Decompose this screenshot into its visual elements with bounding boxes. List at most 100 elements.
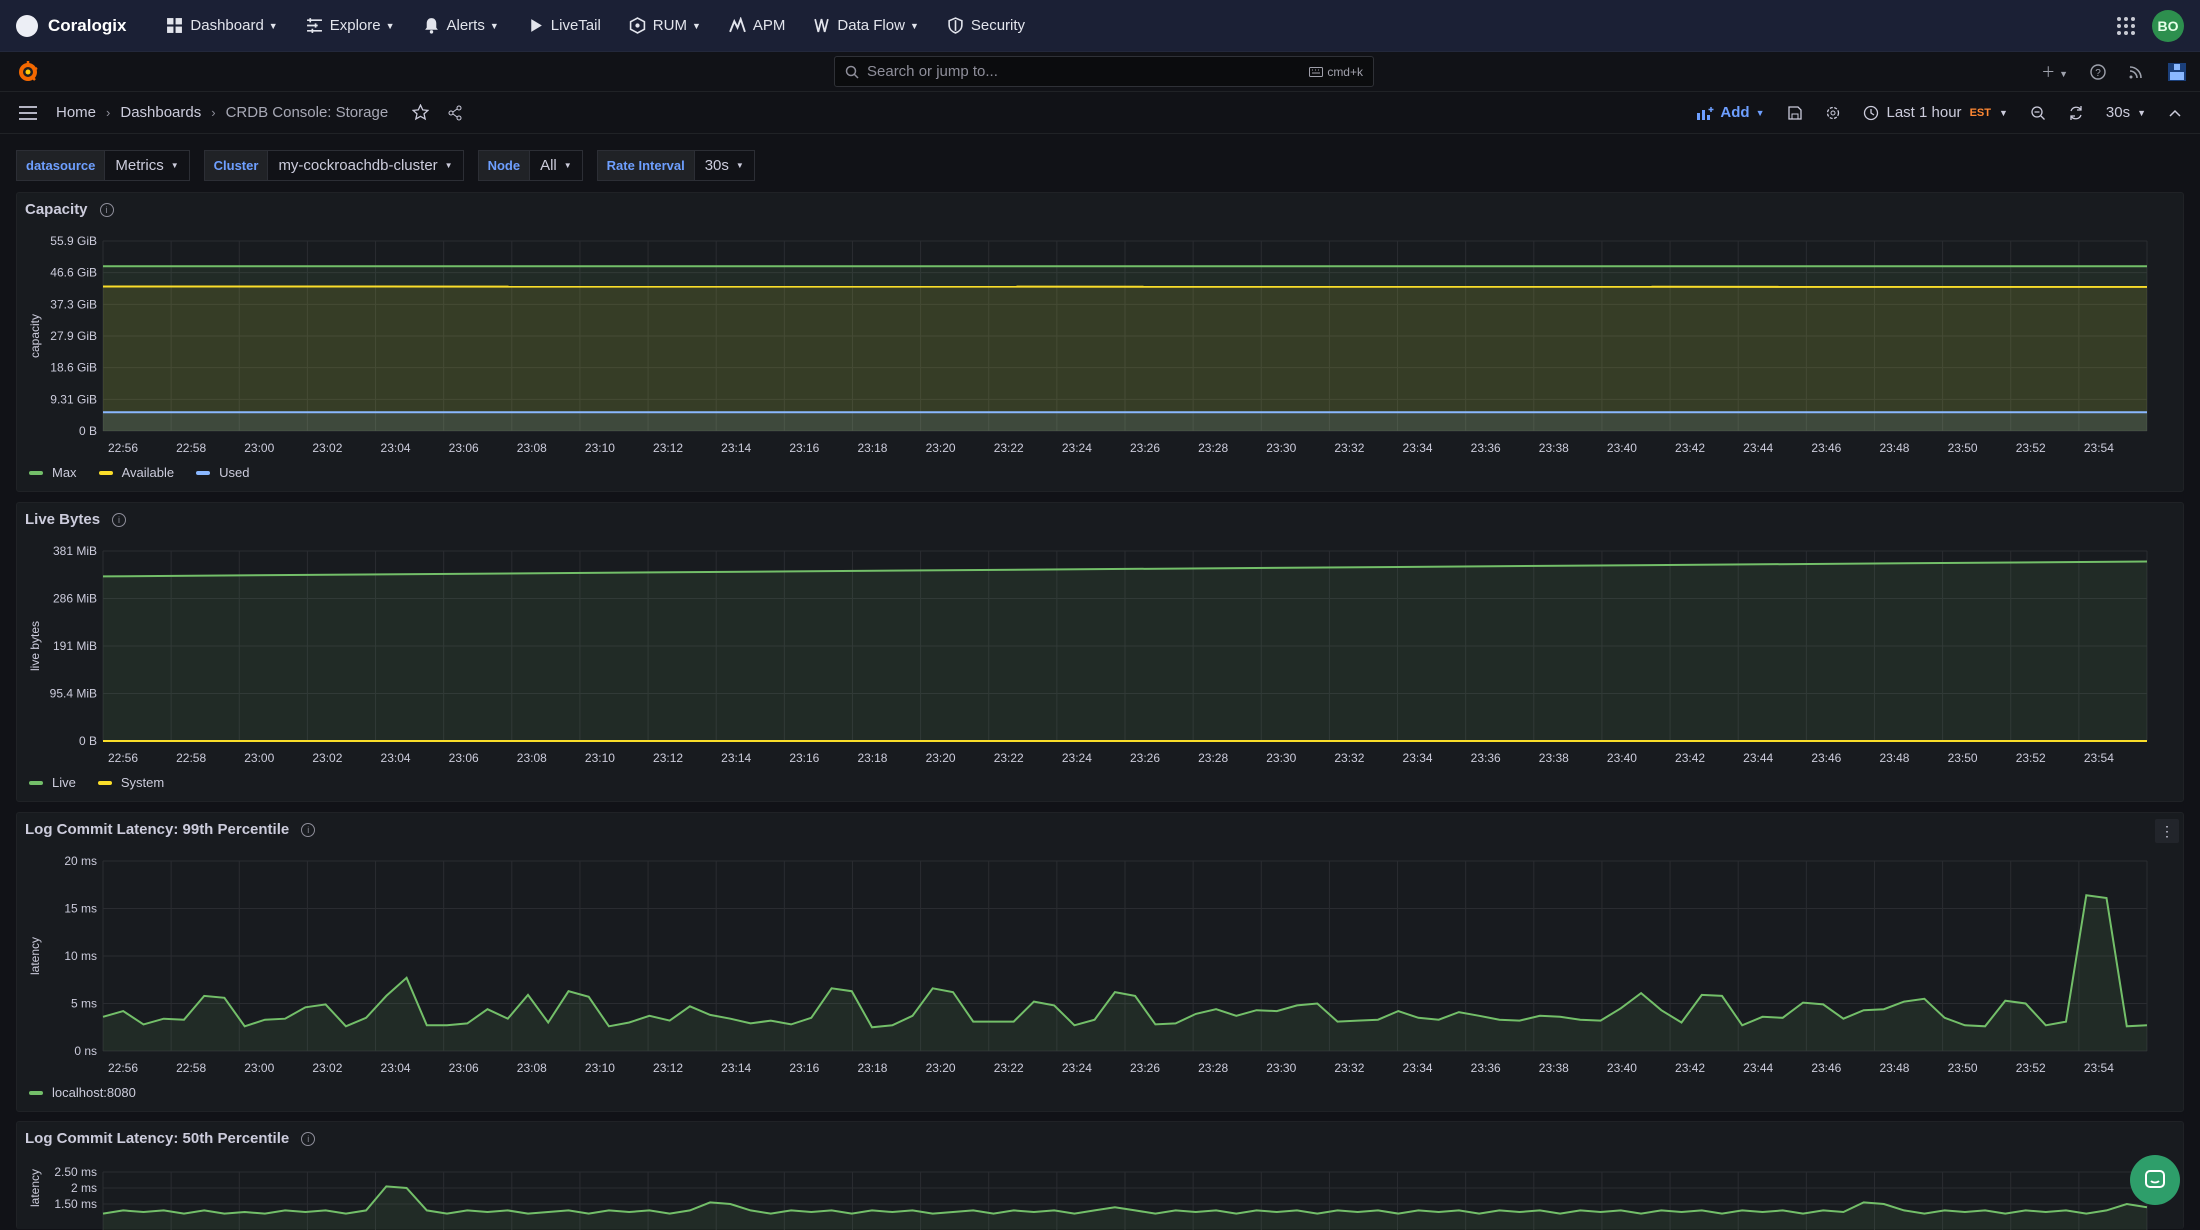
settings-gear-icon[interactable]	[1825, 105, 1841, 121]
chevron-down-icon: ▼	[736, 161, 744, 170]
legend: Max Available Used	[29, 465, 249, 480]
legend-item-system[interactable]: System	[98, 775, 164, 790]
x-tick-label: 23:52	[2016, 1061, 2046, 1075]
star-icon[interactable]	[412, 104, 429, 121]
breadcrumb-home[interactable]: Home	[56, 104, 96, 121]
x-tick-label: 22:56	[108, 441, 138, 455]
x-tick-label: 23:08	[517, 1061, 547, 1075]
legend-swatch	[99, 471, 113, 475]
latency-p99-chart[interactable]: 20 ms15 ms10 ms5 ms0 ns22:5622:5823:0023…	[17, 813, 2185, 1113]
nav-security[interactable]: Security	[933, 0, 1039, 52]
x-tick-label: 23:20	[926, 1061, 956, 1075]
nav-data-flow[interactable]: Data Flow▼	[799, 0, 932, 52]
search-row: Search or jump to... cmd+k ＋ ▼ ?	[0, 52, 2200, 92]
x-tick-label: 23:16	[789, 441, 819, 455]
legend-item-used[interactable]: Used	[196, 465, 249, 480]
legend-swatch	[98, 781, 112, 785]
x-tick-label: 23:30	[1266, 1061, 1296, 1075]
nav-alerts[interactable]: Alerts▼	[409, 0, 513, 52]
zoom-out-icon[interactable]	[2030, 105, 2046, 121]
x-tick-label: 22:56	[108, 751, 138, 765]
x-tick-label: 23:36	[1471, 751, 1501, 765]
y-tick-label: 191 MiB	[53, 639, 97, 653]
y-axis-label: capacity	[28, 314, 42, 358]
time-range-picker[interactable]: Last 1 hour EST ▼	[1863, 104, 2008, 121]
latency-p50-chart[interactable]: 2.50 ms2 ms1.50 mslatency	[17, 1122, 2185, 1230]
search-icon	[845, 65, 859, 79]
nav-livetail-label: LiveTail	[551, 17, 601, 34]
variable-rate-interval-select[interactable]: 30s▼	[695, 150, 755, 181]
profile-avatar-icon[interactable]	[2166, 61, 2188, 83]
y-tick-label: 10 ms	[64, 949, 97, 963]
x-tick-label: 23:42	[1675, 1061, 1705, 1075]
x-tick-label: 23:24	[1062, 1061, 1092, 1075]
y-tick-label: 55.9 GiB	[50, 234, 97, 248]
nav-dashboard-label: Dashboard	[190, 17, 263, 34]
series-area-2	[103, 412, 2147, 431]
menu-hamburger-icon[interactable]	[18, 105, 38, 121]
legend-item-localhost[interactable]: localhost:8080	[29, 1085, 136, 1100]
legend: Live System	[29, 775, 164, 790]
x-tick-label: 23:42	[1675, 441, 1705, 455]
brand-logo[interactable]: Coralogix	[16, 15, 126, 37]
x-tick-label: 23:48	[1879, 441, 1909, 455]
save-icon[interactable]	[1787, 105, 1803, 121]
variable-rate-interval: Rate Interval 30s▼	[597, 150, 755, 181]
bell-icon	[423, 17, 440, 34]
nav-dashboard[interactable]: Dashboard▼	[152, 0, 291, 52]
collapse-chevron-up-icon[interactable]	[2168, 106, 2182, 120]
x-tick-label: 23:54	[2084, 1061, 2114, 1075]
y-tick-label: 46.6 GiB	[50, 266, 97, 280]
panel-log-commit-latency-p50: Log Commit Latency: 50th Percentilei 2.5…	[16, 1121, 2184, 1229]
breadcrumb-dashboards[interactable]: Dashboards	[120, 104, 201, 121]
variable-node-select[interactable]: All▼	[530, 150, 583, 181]
legend-label: Available	[122, 465, 175, 480]
nav-livetail[interactable]: LiveTail	[513, 0, 615, 52]
panel-live-bytes: Live Bytesi 381 MiB286 MiB191 MiB95.4 Mi…	[16, 502, 2184, 802]
x-tick-label: 23:52	[2016, 441, 2046, 455]
x-tick-label: 23:04	[381, 751, 411, 765]
variable-datasource-select[interactable]: Metrics▼	[105, 150, 189, 181]
x-tick-label: 23:28	[1198, 751, 1228, 765]
legend-item-live[interactable]: Live	[29, 775, 76, 790]
legend-item-available[interactable]: Available	[99, 465, 175, 480]
y-tick-label: 286 MiB	[53, 592, 97, 606]
search-shortcut-label: cmd+k	[1327, 65, 1363, 79]
x-tick-label: 23:14	[721, 1061, 751, 1075]
nav-explore[interactable]: Explore▼	[292, 0, 409, 52]
variable-cluster-select[interactable]: my-cockroachdb-cluster▼	[268, 150, 463, 181]
x-tick-label: 23:46	[1811, 1061, 1841, 1075]
grafana-logo-icon[interactable]	[16, 60, 40, 84]
search-input[interactable]: Search or jump to... cmd+k	[834, 56, 1374, 87]
dashboard-grid-icon	[166, 17, 183, 34]
user-avatar[interactable]: BO	[2152, 10, 2184, 42]
x-tick-label: 23:30	[1266, 441, 1296, 455]
x-tick-label: 23:50	[1948, 1061, 1978, 1075]
breadcrumb: Home › Dashboards › CRDB Console: Storag…	[56, 104, 463, 121]
nav-apm[interactable]: APM	[715, 0, 800, 52]
share-icon[interactable]	[447, 105, 463, 121]
panel-capacity: Capacityi 55.9 GiB46.6 GiB37.3 GiB27.9 G…	[16, 192, 2184, 492]
capacity-chart[interactable]: 55.9 GiB46.6 GiB37.3 GiB27.9 GiB18.6 GiB…	[17, 193, 2185, 493]
x-tick-label: 23:02	[312, 441, 342, 455]
chat-support-button[interactable]	[2130, 1155, 2180, 1205]
apps-grid-icon[interactable]	[2116, 16, 2136, 36]
help-icon[interactable]: ?	[2090, 64, 2106, 80]
play-icon	[527, 17, 544, 34]
refresh-interval-picker[interactable]: 30s ▼	[2106, 104, 2146, 121]
x-tick-label: 23:22	[994, 1061, 1024, 1075]
legend-item-max[interactable]: Max	[29, 465, 77, 480]
panel-log-commit-latency-p99: Log Commit Latency: 99th Percentilei ⋮ 2…	[16, 812, 2184, 1112]
add-panel-button[interactable]: Add▼	[1696, 104, 1764, 121]
chevron-right-icon: ›	[211, 105, 215, 120]
news-feed-icon[interactable]	[2128, 64, 2144, 80]
add-new-icon[interactable]: ＋ ▼	[2041, 62, 2068, 82]
x-tick-label: 23:06	[449, 1061, 479, 1075]
variable-value: All	[540, 157, 557, 174]
template-variables: datasource Metrics▼ Cluster my-cockroach…	[16, 150, 755, 181]
variable-cluster: Cluster my-cockroachdb-cluster▼	[204, 150, 464, 181]
legend-label: System	[121, 775, 164, 790]
nav-rum[interactable]: RUM▼	[615, 0, 715, 52]
live-bytes-chart[interactable]: 381 MiB286 MiB191 MiB95.4 MiB0 B22:5622:…	[17, 503, 2185, 803]
refresh-icon[interactable]	[2068, 105, 2084, 121]
